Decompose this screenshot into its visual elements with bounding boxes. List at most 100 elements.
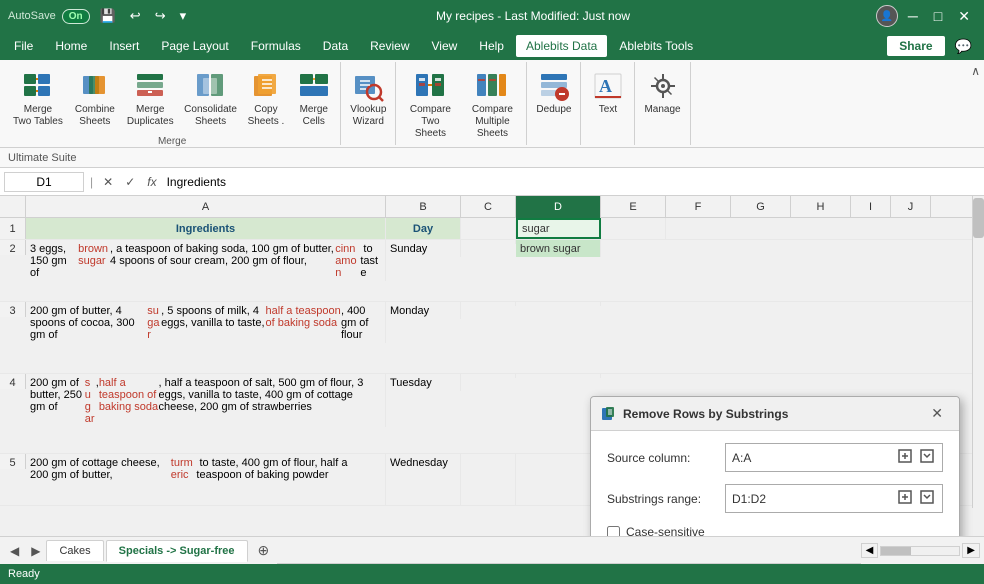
scrollbar-thumb[interactable] [973, 198, 984, 238]
maximize-btn[interactable]: □ [928, 6, 948, 26]
vlookup-wizard-btn[interactable]: VlookupWizard [345, 66, 391, 132]
menu-review[interactable]: Review [360, 35, 419, 57]
menu-home[interactable]: Home [45, 35, 97, 57]
cell-e1[interactable] [601, 218, 666, 239]
h-scroll-right[interactable]: ▶ [962, 543, 980, 558]
col-header-a[interactable]: A [26, 196, 386, 218]
menu-ablebits-tools[interactable]: Ablebits Tools [609, 35, 703, 57]
dedupe-btn[interactable]: Dedupe [531, 66, 576, 120]
text-btn[interactable]: A Text [585, 66, 630, 120]
profile-avatar[interactable]: 👤 [876, 5, 898, 27]
menu-formulas[interactable]: Formulas [241, 35, 311, 57]
close-btn[interactable]: ✕ [952, 6, 976, 27]
cell-a5[interactable]: 200 gm of cottage cheese, 200 gm of butt… [26, 454, 386, 505]
dedupe-icon [538, 70, 570, 102]
cell-a4[interactable]: 200 gm of butter, 250 gm of sugar, half … [26, 374, 386, 427]
h-scrollbar-thumb[interactable] [881, 547, 911, 555]
h-scroll-left[interactable]: ◀ [861, 543, 879, 558]
col-header-e[interactable]: E [601, 196, 666, 218]
source-column-field: Source column: A:A [607, 443, 943, 472]
cell-c3[interactable] [461, 302, 516, 306]
more-toolbar-icon[interactable]: ▾ [176, 6, 191, 26]
cell-c2[interactable] [461, 240, 516, 244]
source-column-expand-btn[interactable] [918, 447, 936, 468]
cell-d4[interactable] [516, 374, 601, 378]
substrings-range-select-btn[interactable] [896, 488, 914, 509]
menu-help[interactable]: Help [469, 35, 514, 57]
compare-two-sheets-btn[interactable]: CompareTwo Sheets [400, 66, 460, 144]
formula-input[interactable] [165, 173, 980, 191]
compare-multiple-sheets-icon [476, 70, 508, 102]
copy-sheets-btn[interactable]: CopySheets . [243, 66, 290, 132]
combine-sheets-btn[interactable]: CombineSheets [70, 66, 120, 132]
vertical-scrollbar[interactable] [972, 196, 984, 508]
cell-c5[interactable] [461, 454, 516, 505]
manage-label: Manage [644, 104, 680, 116]
minimize-btn[interactable]: ─ [902, 6, 924, 26]
cancel-formula-btn[interactable]: ✕ [99, 173, 117, 191]
undo-icon[interactable]: ↩ [126, 6, 145, 26]
sheet-tab-specials[interactable]: Specials -> Sugar-free [106, 540, 248, 562]
col-header-i[interactable]: I [851, 196, 891, 218]
consolidate-sheets-btn[interactable]: ConsolidateSheets [181, 66, 241, 132]
cell-rest-1 [666, 218, 984, 239]
autosave-toggle[interactable]: On [62, 9, 90, 24]
col-header-b[interactable]: B [386, 196, 461, 218]
cell-c1[interactable] [461, 218, 516, 239]
add-sheet-btn[interactable]: ⊕ [250, 538, 278, 563]
dedupe-label: Dedupe [536, 104, 571, 116]
row-num-3: 3 [0, 302, 26, 317]
redo-icon[interactable]: ↪ [151, 6, 170, 26]
compare-multiple-sheets-btn[interactable]: CompareMultiple Sheets [462, 66, 522, 144]
menu-data[interactable]: Data [313, 35, 358, 57]
substrings-range-expand-btn[interactable] [918, 488, 936, 509]
col-header-g[interactable]: G [731, 196, 791, 218]
sheet-tab-cakes[interactable]: Cakes [46, 540, 103, 561]
sheet-tab-spacer [277, 563, 860, 564]
cell-c4[interactable] [461, 374, 516, 378]
cell-d1[interactable]: sugar [516, 218, 601, 239]
cell-d2[interactable]: brown sugar [516, 240, 601, 257]
menu-file[interactable]: File [4, 35, 43, 57]
comment-btn[interactable]: 💬 [947, 34, 980, 59]
cell-b5[interactable]: Wednesday [386, 454, 461, 505]
source-column-select-range-btn[interactable] [896, 447, 914, 468]
menu-view[interactable]: View [422, 35, 468, 57]
title-bar-center: My recipes - Last Modified: Just now [190, 9, 876, 23]
menu-ablebits-data[interactable]: Ablebits Data [516, 35, 607, 57]
ribbon-collapse-btn[interactable]: ∧ [971, 64, 980, 78]
cell-b3[interactable]: Monday [386, 302, 461, 319]
share-button[interactable]: Share [887, 36, 944, 56]
cell-a2[interactable]: 3 eggs, 150 gm of brown sugar, a teaspoo… [26, 240, 386, 281]
vlookup-wizard-label: VlookupWizard [350, 104, 386, 128]
col-header-j[interactable]: J [891, 196, 931, 218]
cell-d5[interactable] [516, 454, 601, 505]
menu-bar: File Home Insert Page Layout Formulas Da… [0, 32, 984, 60]
h-scrollbar-track[interactable] [880, 546, 960, 556]
menu-page-layout[interactable]: Page Layout [151, 35, 238, 57]
name-box[interactable] [4, 172, 84, 192]
merge-duplicates-btn[interactable]: MergeDuplicates [122, 66, 179, 132]
cell-b2[interactable]: Sunday [386, 240, 461, 257]
menu-insert[interactable]: Insert [99, 35, 149, 57]
cell-b1[interactable]: Day [386, 218, 461, 239]
manage-btn[interactable]: Manage [639, 66, 685, 120]
col-header-d[interactable]: D [516, 196, 601, 218]
substrings-range-input-area: D1:D2 [725, 484, 943, 513]
h-scroll-area: ◀ ▶ [861, 543, 980, 558]
cell-b4[interactable]: Tuesday [386, 374, 461, 391]
col-header-h[interactable]: H [791, 196, 851, 218]
dialog-close-btn[interactable]: ✕ [925, 403, 949, 424]
case-sensitive-checkbox[interactable] [607, 526, 620, 537]
scroll-tabs-right-btn[interactable]: ▶ [25, 542, 46, 560]
confirm-formula-btn[interactable]: ✓ [121, 173, 139, 191]
cell-a3[interactable]: 200 gm of butter, 4 spoons of cocoa, 300… [26, 302, 386, 343]
col-header-c[interactable]: C [461, 196, 516, 218]
merge-cells-btn[interactable]: MergeCells [291, 66, 336, 132]
merge-two-tables-btn[interactable]: MergeTwo Tables [8, 66, 68, 132]
cell-d3[interactable] [516, 302, 601, 306]
save-icon[interactable]: 💾 [96, 6, 120, 26]
col-header-f[interactable]: F [666, 196, 731, 218]
scroll-tabs-left-btn[interactable]: ◀ [4, 542, 25, 560]
cell-a1[interactable]: Ingredients [26, 218, 386, 239]
